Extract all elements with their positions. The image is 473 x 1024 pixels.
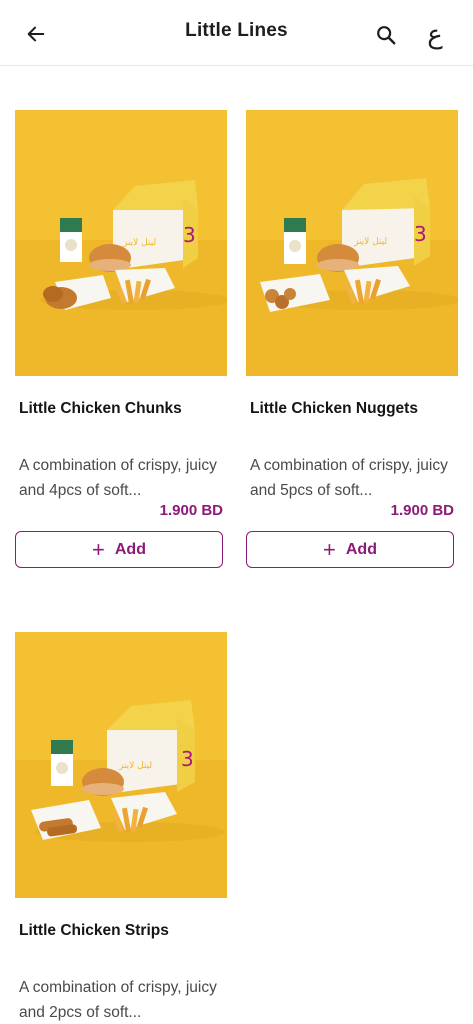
plus-icon: + (92, 536, 105, 562)
product-name: Little Chicken Chunks (19, 400, 182, 417)
page-title: Little Lines (185, 20, 288, 41)
plus-icon: + (323, 536, 336, 562)
svg-text:3: 3 (181, 747, 194, 771)
svg-text:3: 3 (183, 223, 196, 247)
product-name: Little Chicken Strips (19, 922, 169, 939)
add-button-label: Add (345, 540, 377, 558)
product-description: A combination of crispy, juicy and 5pcs … (250, 457, 448, 499)
svg-text:ليتل لاينز: ليتل لاينز (118, 761, 152, 771)
add-to-cart-button[interactable]: + Add (15, 531, 223, 568)
product-image[interactable]: ليتل لاينز 3 (15, 632, 227, 898)
product-description: A combination of crispy, juicy and 4pcs … (19, 457, 217, 499)
search-icon (377, 26, 396, 45)
product-name: Little Chicken Nuggets (250, 400, 418, 417)
product-card[interactable]: ليتل لاينز 3 Little Chicken Strips A com… (15, 632, 227, 1024)
product-image[interactable]: ليتل لاينز 3 (15, 110, 227, 376)
meal-box-illustration: ليتل لاينز 3 (15, 632, 227, 898)
svg-text:ليتل لاينز: ليتل لاينز (353, 237, 387, 247)
app-header: Little Lines ع (0, 0, 473, 66)
meal-box-illustration: ليتل لاينز 3 (15, 110, 227, 376)
search-button[interactable] (372, 21, 400, 49)
product-price: 1.900 BD (390, 502, 454, 519)
product-image[interactable]: ليتل لاينز 3 (246, 110, 458, 376)
product-card[interactable]: ليتل لاينز 3 Little Chicken Chunks A com… (15, 110, 227, 570)
meal-box-illustration: ليتل لاينز 3 (246, 110, 458, 376)
add-to-cart-button[interactable]: + Add (246, 531, 454, 568)
language-toggle-button[interactable]: ع (420, 18, 450, 52)
svg-text:3: 3 (414, 222, 427, 246)
product-description: A combination of crispy, juicy and 2pcs … (19, 979, 217, 1021)
product-price: 1.900 BD (159, 502, 223, 519)
svg-text:ليتل لاينز: ليتل لاينز (122, 238, 156, 248)
add-button-label: Add (114, 540, 146, 558)
product-card[interactable]: ليتل لاينز 3 Little Chicken Nuggets A co… (246, 110, 458, 570)
